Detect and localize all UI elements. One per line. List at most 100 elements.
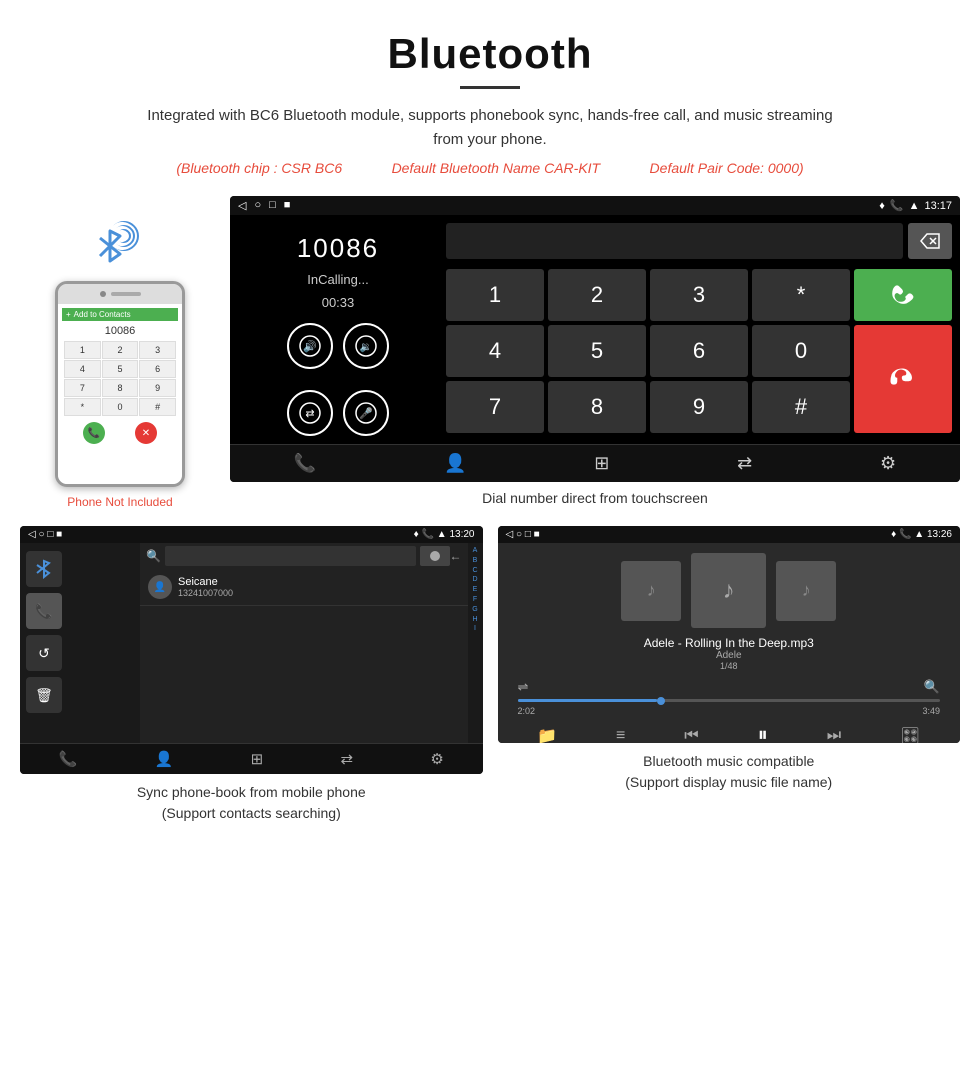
music-album-main: ♪ (691, 553, 766, 628)
music-search-icon[interactable]: 🔍 (924, 679, 940, 695)
music-back-icon[interactable]: ◁ (506, 529, 514, 540)
phone-end-button: ✕ (135, 422, 157, 444)
music-shuffle-icon[interactable]: ⇌ (518, 679, 529, 695)
key-7[interactable]: 7 (446, 381, 544, 433)
music-track-artist: Adele (644, 650, 814, 661)
dial-input-field[interactable] (446, 223, 903, 259)
chip-model: (Bluetooth chip : CSR BC6 (176, 160, 342, 176)
transfer-button[interactable]: ⇄ (287, 390, 333, 436)
pb-letter-e[interactable]: E (473, 585, 478, 595)
phonebook-caption-line1: Sync phone-book from mobile phone (20, 782, 483, 803)
phonebook-screen: ◁ ○ □ ■ ♦ 📞 ▲ 13:20 (20, 526, 483, 774)
clock: 13:17 (924, 200, 952, 212)
music-list-icon[interactable]: ≡ (616, 727, 625, 744)
pb-nav-transfer[interactable]: ⇄ (340, 750, 353, 768)
phone-camera (100, 291, 106, 297)
phonebook-section: ◁ ○ □ ■ ♦ 📞 ▲ 13:20 (20, 526, 483, 824)
nav-settings-icon[interactable]: ⚙ (880, 453, 896, 474)
pb-nav-settings[interactable]: ⚙ (430, 750, 443, 768)
pb-status-left: ◁ ○ □ ■ (28, 529, 62, 540)
phone-not-included-label: Phone Not Included (67, 495, 172, 509)
pb-letter-d[interactable]: D (472, 575, 477, 585)
pb-back-arrow[interactable]: ← (450, 549, 462, 563)
pb-call-icon: 📞 (422, 529, 434, 540)
dial-nav-bar: 📞 👤 ⊞ ⇄ ⚙ (230, 444, 960, 482)
nav-phone-icon[interactable]: 📞 (294, 453, 316, 474)
music-play-button[interactable]: ⏸ (758, 724, 768, 743)
pb-sidebar: 📞 ↺ 🗑 (20, 543, 140, 743)
key-star[interactable]: * (752, 269, 850, 321)
pb-nav-dialpad[interactable]: ⊞ (251, 750, 264, 768)
key-hash[interactable]: # (752, 381, 850, 433)
page-header: Bluetooth Integrated with BC6 Bluetooth … (0, 0, 980, 186)
key-6[interactable]: 6 (650, 325, 748, 377)
pb-bt-icon[interactable] (26, 551, 62, 587)
subtitle: Integrated with BC6 Bluetooth module, su… (140, 104, 840, 152)
pb-letter-i[interactable]: I (474, 624, 476, 634)
key-8[interactable]: 8 (548, 381, 646, 433)
pb-contact-item[interactable]: 👤 Seicane 13241007000 (140, 569, 468, 606)
pb-nav-phone[interactable]: 📞 (59, 750, 78, 768)
pb-square-icon[interactable]: □ (47, 529, 53, 540)
square-btn[interactable]: □ (269, 199, 276, 212)
volume-up-button[interactable]: 🔊 (287, 323, 333, 369)
pb-contact-number: 13241007000 (178, 588, 233, 598)
mute-button[interactable]: 🎤 (343, 390, 389, 436)
pb-letter-h[interactable]: H (472, 615, 477, 625)
key-3[interactable]: 3 (650, 269, 748, 321)
nav-dialpad-icon[interactable]: ⊞ (594, 453, 609, 474)
music-home-icon[interactable]: ○ (516, 529, 522, 540)
key-9[interactable]: 9 (650, 381, 748, 433)
music-eq-icon[interactable]: 🎛 (900, 726, 920, 744)
key-0[interactable]: 0 (752, 325, 850, 377)
music-prev-button[interactable]: ⏮ (684, 727, 698, 744)
music-progress-bar[interactable] (518, 699, 941, 702)
pb-back-icon[interactable]: ◁ (28, 529, 36, 540)
pb-letter-c[interactable]: C (472, 566, 477, 576)
pb-letter-f[interactable]: F (473, 595, 477, 605)
nav-transfer-icon[interactable]: ⇄ (737, 453, 752, 474)
home-btn[interactable]: ○ (254, 199, 261, 212)
pb-letter-a[interactable]: A (473, 546, 478, 556)
music-note-right: ♪ (802, 580, 811, 601)
pb-contact-avatar: 👤 (148, 575, 172, 599)
music-square-icon[interactable]: □ (525, 529, 531, 540)
key-5[interactable]: 5 (548, 325, 646, 377)
music-note-left: ♪ (647, 580, 656, 601)
call-end-button[interactable] (854, 325, 952, 433)
music-next-button[interactable]: ⏭ (827, 727, 841, 744)
dial-layout: 10086 InCalling... 00:33 🔊 (230, 215, 960, 444)
dial-extra-controls: ⇄ 🎤 (287, 382, 389, 436)
music-time: 13:26 (927, 529, 952, 540)
nav-contacts-icon[interactable]: 👤 (444, 453, 466, 474)
pb-home-icon[interactable]: ○ (38, 529, 44, 540)
music-folder-icon[interactable]: 📁 (537, 726, 557, 744)
dial-left-panel: 10086 InCalling... 00:33 🔊 (238, 223, 438, 436)
pb-sync-icon[interactable]: ↺ (26, 635, 62, 671)
call-answer-button[interactable] (854, 269, 952, 321)
pb-menu-icon[interactable]: ■ (56, 529, 62, 540)
menu-btn[interactable]: ■ (284, 199, 291, 212)
pb-letter-b[interactable]: B (473, 556, 478, 566)
back-btn[interactable]: ◁ (238, 199, 246, 212)
dial-backspace-button[interactable] (908, 223, 952, 259)
music-menu-icon[interactable]: ■ (534, 529, 540, 540)
dial-right-panel: 1 2 3 * 4 5 6 0 (446, 223, 952, 436)
key-1[interactable]: 1 (446, 269, 544, 321)
music-album-left: ♪ (621, 561, 681, 621)
phone-key-hash: # (139, 398, 176, 416)
pb-phone-icon[interactable]: 📞 (26, 593, 62, 629)
pb-search-icon[interactable]: 🔍 (146, 549, 161, 563)
pb-letter-g[interactable]: G (472, 605, 477, 615)
key-2[interactable]: 2 (548, 269, 646, 321)
phone-speaker (111, 292, 141, 296)
pb-layout: 📞 ↺ 🗑 🔍 ← 👤 (20, 543, 483, 743)
pb-nav-contacts[interactable]: 👤 (155, 750, 174, 768)
key-4[interactable]: 4 (446, 325, 544, 377)
volume-down-button[interactable]: 🔉 (343, 323, 389, 369)
pb-delete-icon[interactable]: 🗑 (26, 677, 62, 713)
music-location-icon: ♦ (891, 529, 896, 540)
music-controls: 📁 ≡ ⏮ ⏸ ⏭ 🎛 (508, 724, 951, 743)
pb-search-input[interactable] (165, 546, 416, 566)
pb-location-icon: ♦ (414, 529, 419, 540)
